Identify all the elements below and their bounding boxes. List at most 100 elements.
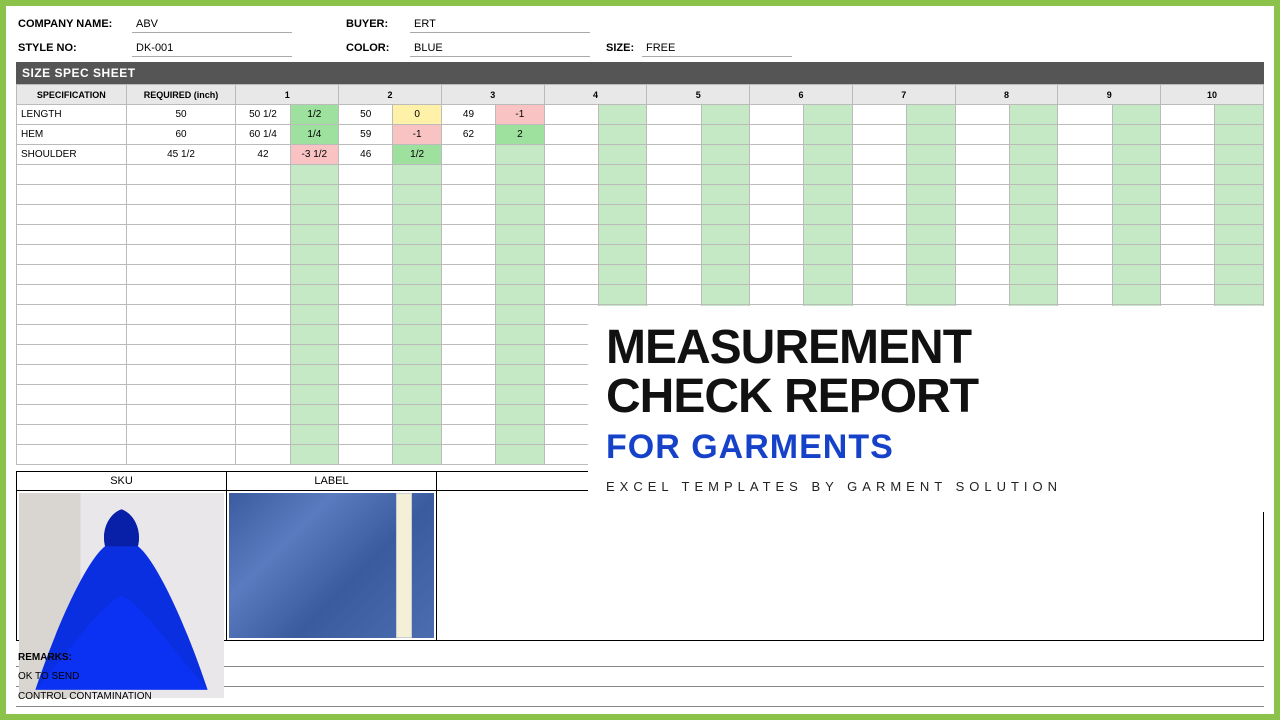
measured-value[interactable]: 46 xyxy=(339,145,393,165)
diff-value[interactable] xyxy=(804,265,853,285)
spec-name[interactable]: LENGTH xyxy=(17,105,127,125)
diff-value[interactable] xyxy=(1215,185,1264,205)
diff-value[interactable] xyxy=(393,265,442,285)
measured-value[interactable] xyxy=(339,325,393,345)
diff-value[interactable] xyxy=(701,105,750,125)
spec-name[interactable] xyxy=(17,365,127,385)
measured-value[interactable] xyxy=(750,225,804,245)
diff-value[interactable] xyxy=(1009,285,1058,305)
diff-value[interactable] xyxy=(1215,265,1264,285)
required-value[interactable]: 50 xyxy=(126,105,236,125)
measured-value[interactable] xyxy=(750,105,804,125)
measured-value[interactable] xyxy=(750,145,804,165)
required-value[interactable]: 45 1/2 xyxy=(126,145,236,165)
measured-value[interactable] xyxy=(236,305,290,325)
measured-value[interactable] xyxy=(339,445,393,465)
measured-value[interactable] xyxy=(647,285,701,305)
spec-name[interactable] xyxy=(17,265,127,285)
diff-value[interactable] xyxy=(496,185,545,205)
measured-value[interactable] xyxy=(1161,285,1215,305)
measured-value[interactable] xyxy=(852,125,906,145)
measured-value[interactable] xyxy=(955,165,1009,185)
diff-value[interactable] xyxy=(496,365,545,385)
measured-value[interactable] xyxy=(441,165,495,185)
diff-value[interactable] xyxy=(393,445,442,465)
measured-value[interactable] xyxy=(441,185,495,205)
measured-value[interactable] xyxy=(647,145,701,165)
measured-value[interactable] xyxy=(339,245,393,265)
measured-value[interactable] xyxy=(1058,145,1112,165)
diff-value[interactable] xyxy=(496,445,545,465)
diff-value[interactable] xyxy=(290,265,339,285)
diff-value[interactable] xyxy=(1112,125,1161,145)
measured-value[interactable] xyxy=(544,205,598,225)
measured-value[interactable] xyxy=(647,205,701,225)
measured-value[interactable] xyxy=(236,165,290,185)
measured-value[interactable] xyxy=(441,445,495,465)
measured-value[interactable] xyxy=(441,145,495,165)
diff-value[interactable] xyxy=(1215,245,1264,265)
diff-value[interactable] xyxy=(804,225,853,245)
size-value[interactable]: FREE xyxy=(642,40,792,57)
diff-value[interactable] xyxy=(290,325,339,345)
measured-value[interactable] xyxy=(339,365,393,385)
measured-value[interactable] xyxy=(955,265,1009,285)
spec-name[interactable] xyxy=(17,325,127,345)
diff-value[interactable]: 1/4 xyxy=(290,125,339,145)
measured-value[interactable] xyxy=(750,125,804,145)
measured-value[interactable] xyxy=(441,345,495,365)
required-value[interactable] xyxy=(126,345,236,365)
spec-name[interactable] xyxy=(17,205,127,225)
measured-value[interactable] xyxy=(236,405,290,425)
diff-value[interactable] xyxy=(1112,225,1161,245)
diff-value[interactable] xyxy=(907,285,956,305)
diff-value[interactable] xyxy=(1215,125,1264,145)
diff-value[interactable] xyxy=(496,425,545,445)
diff-value[interactable] xyxy=(701,205,750,225)
diff-value[interactable] xyxy=(1112,285,1161,305)
measured-value[interactable] xyxy=(647,125,701,145)
spec-name[interactable]: SHOULDER xyxy=(17,145,127,165)
measured-value[interactable] xyxy=(647,245,701,265)
required-value[interactable] xyxy=(126,205,236,225)
measured-value[interactable] xyxy=(1058,265,1112,285)
required-value[interactable] xyxy=(126,245,236,265)
diff-value[interactable] xyxy=(290,385,339,405)
diff-value[interactable] xyxy=(598,285,647,305)
diff-value[interactable] xyxy=(804,145,853,165)
measured-value[interactable] xyxy=(647,165,701,185)
measured-value[interactable] xyxy=(955,185,1009,205)
diff-value[interactable] xyxy=(1009,165,1058,185)
measured-value[interactable] xyxy=(1058,285,1112,305)
diff-value[interactable]: -1 xyxy=(496,105,545,125)
diff-value[interactable] xyxy=(1112,265,1161,285)
diff-value[interactable] xyxy=(907,265,956,285)
diff-value[interactable] xyxy=(496,345,545,365)
measured-value[interactable]: 49 xyxy=(441,105,495,125)
measured-value[interactable] xyxy=(647,225,701,245)
measured-value[interactable] xyxy=(852,185,906,205)
measured-value[interactable] xyxy=(1161,165,1215,185)
diff-value[interactable] xyxy=(804,205,853,225)
diff-value[interactable] xyxy=(701,145,750,165)
measured-value[interactable] xyxy=(339,225,393,245)
measured-value[interactable] xyxy=(1058,245,1112,265)
diff-value[interactable] xyxy=(1009,225,1058,245)
diff-value[interactable] xyxy=(290,285,339,305)
measured-value[interactable] xyxy=(236,245,290,265)
measured-value[interactable] xyxy=(339,305,393,325)
measured-value[interactable] xyxy=(236,425,290,445)
diff-value[interactable] xyxy=(496,305,545,325)
diff-value[interactable] xyxy=(496,245,545,265)
diff-value[interactable] xyxy=(496,265,545,285)
diff-value[interactable] xyxy=(393,245,442,265)
measured-value[interactable] xyxy=(852,225,906,245)
diff-value[interactable] xyxy=(290,425,339,445)
diff-value[interactable] xyxy=(1215,225,1264,245)
measured-value[interactable] xyxy=(441,305,495,325)
measured-value[interactable]: 60 1/4 xyxy=(236,125,290,145)
diff-value[interactable] xyxy=(496,225,545,245)
measured-value[interactable] xyxy=(544,285,598,305)
diff-value[interactable] xyxy=(701,245,750,265)
diff-value[interactable] xyxy=(907,185,956,205)
